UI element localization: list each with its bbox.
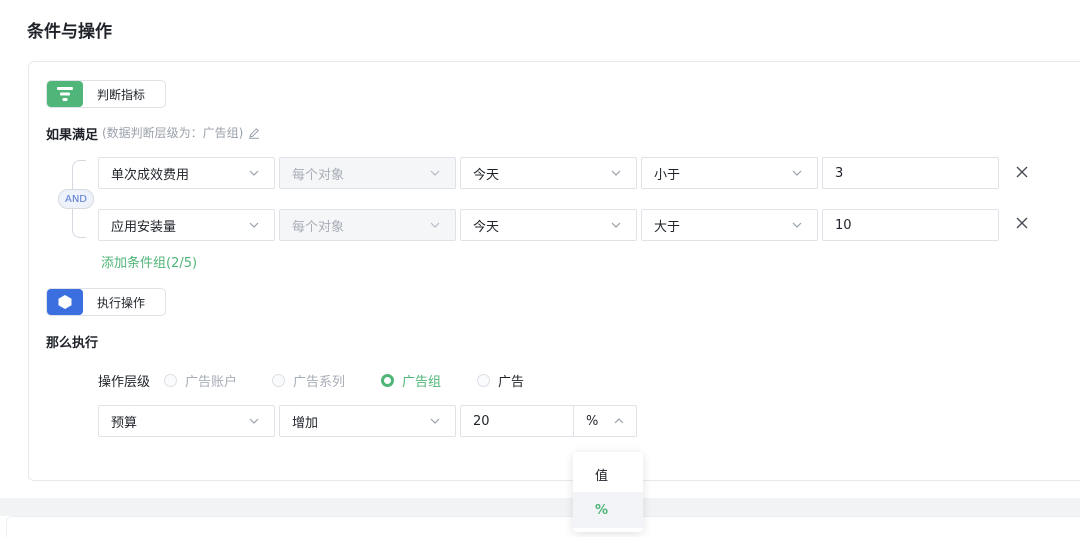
add-condition-group-link[interactable]: 添加条件组(2/5) bbox=[101, 252, 197, 271]
and-operator-badge[interactable]: AND bbox=[58, 189, 94, 209]
operator-value: 小于 bbox=[654, 167, 681, 183]
operator-select[interactable]: 小于 bbox=[641, 157, 818, 189]
unit-dropdown-menu: 值 % bbox=[573, 452, 643, 532]
action-operation-select[interactable]: 增加 bbox=[279, 405, 456, 437]
scope-value: 每个对象 bbox=[292, 167, 345, 183]
time-select[interactable]: 今天 bbox=[460, 209, 637, 241]
radio-campaign[interactable]: 广告系列 bbox=[272, 371, 345, 390]
filter-icon bbox=[47, 81, 83, 107]
radio-ad-account[interactable]: 广告账户 bbox=[164, 371, 237, 390]
operator-select[interactable]: 大于 bbox=[641, 209, 818, 241]
operator-value: 大于 bbox=[654, 219, 681, 235]
scope-select[interactable]: 每个对象 bbox=[279, 157, 456, 189]
chevron-down-icon bbox=[611, 170, 621, 176]
radio-circle bbox=[477, 374, 490, 387]
then-label: 那么执行 bbox=[46, 336, 99, 351]
next-section-panel bbox=[6, 516, 1080, 537]
action-operation-value: 增加 bbox=[292, 415, 319, 431]
metric-value: 应用安装量 bbox=[111, 219, 177, 235]
chevron-down-icon bbox=[430, 418, 440, 424]
judge-metrics-label: 判断指标 bbox=[97, 87, 146, 102]
action-target-select[interactable]: 预算 bbox=[98, 405, 275, 437]
time-value: 今天 bbox=[473, 167, 500, 183]
data-level-hint: (数据判断层级为：广告组) bbox=[102, 124, 260, 141]
scope-value: 每个对象 bbox=[292, 219, 345, 235]
time-select[interactable]: 今天 bbox=[460, 157, 637, 189]
edit-icon[interactable] bbox=[248, 127, 260, 139]
radio-label: 广告组 bbox=[402, 375, 442, 390]
metric-select[interactable]: 单次成效费用 bbox=[98, 157, 275, 189]
threshold-input[interactable]: 3 bbox=[822, 157, 999, 189]
chevron-up-icon bbox=[614, 418, 624, 424]
unit-option-value[interactable]: 值 bbox=[573, 456, 643, 492]
threshold-input[interactable]: 10 bbox=[822, 209, 999, 241]
layers-icon bbox=[47, 289, 83, 315]
metric-select[interactable]: 应用安装量 bbox=[98, 209, 275, 241]
threshold-value: 10 bbox=[835, 217, 852, 233]
time-value: 今天 bbox=[473, 219, 500, 235]
close-icon[interactable] bbox=[1015, 216, 1029, 230]
chevron-down-icon bbox=[249, 170, 259, 176]
radio-label: 广告 bbox=[498, 375, 525, 390]
chevron-down-icon bbox=[430, 222, 440, 228]
radio-label: 广告账户 bbox=[185, 375, 238, 390]
section-title: 条件与操作 bbox=[27, 22, 112, 42]
chevron-down-icon bbox=[430, 170, 440, 176]
section-divider bbox=[0, 498, 1080, 516]
action-amount-value: 20 bbox=[473, 413, 490, 429]
chevron-down-icon bbox=[792, 222, 802, 228]
chevron-down-icon bbox=[611, 222, 621, 228]
radio-circle bbox=[164, 374, 177, 387]
threshold-value: 3 bbox=[835, 165, 844, 181]
judge-metrics-tag: 判断指标 bbox=[46, 80, 166, 108]
chevron-down-icon bbox=[792, 170, 802, 176]
chevron-down-icon bbox=[249, 418, 259, 424]
unit-option-percent[interactable]: % bbox=[573, 492, 643, 528]
scope-select[interactable]: 每个对象 bbox=[279, 209, 456, 241]
radio-label: 广告系列 bbox=[293, 375, 346, 390]
radio-ad-group[interactable]: 广告组 bbox=[381, 371, 441, 390]
radio-circle bbox=[272, 374, 285, 387]
radio-circle bbox=[381, 374, 394, 387]
unit-select[interactable]: % bbox=[573, 405, 637, 437]
chevron-down-icon bbox=[249, 222, 259, 228]
close-icon[interactable] bbox=[1015, 165, 1029, 179]
action-target-value: 预算 bbox=[111, 415, 138, 431]
execute-action-tag: 执行操作 bbox=[46, 288, 166, 316]
unit-value: % bbox=[586, 413, 599, 429]
radio-ad[interactable]: 广告 bbox=[477, 371, 524, 390]
metric-value: 单次成效费用 bbox=[111, 167, 190, 183]
data-level-hint-text: (数据判断层级为：广告组) bbox=[102, 126, 244, 140]
operation-level-label: 操作层级 bbox=[98, 375, 151, 390]
if-label: 如果满足 bbox=[46, 128, 99, 143]
execute-action-label: 执行操作 bbox=[97, 295, 146, 310]
